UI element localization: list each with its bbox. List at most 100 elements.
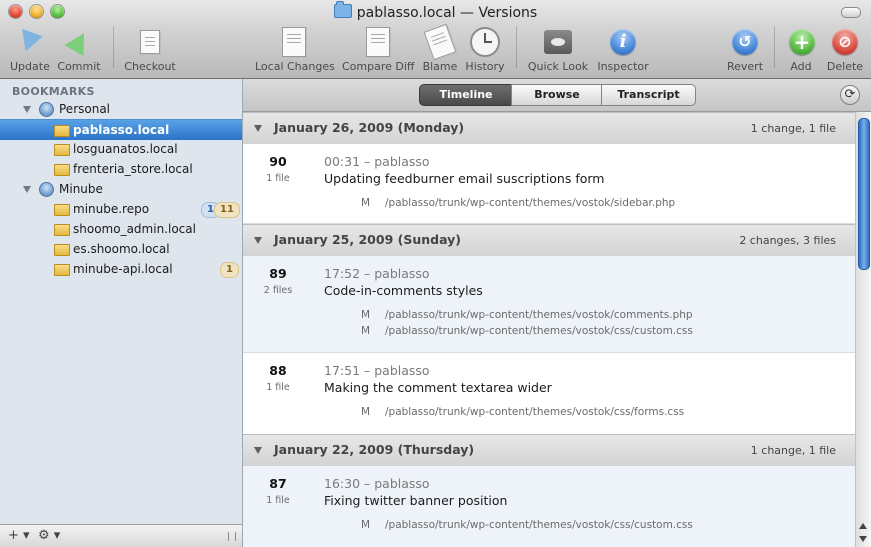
folder-icon [333,1,352,18]
disclosure-triangle-icon[interactable] [23,186,31,193]
bookmark-label: es.shoomo.local [73,242,170,256]
day-summary: 1 change, 1 file [750,444,836,457]
local-changes-label: Local Changes [255,60,335,73]
file-status: M [361,197,371,209]
bookmark-group-minube[interactable]: Minube [0,179,242,199]
checkout-icon [140,30,160,54]
timeline-list: January 26, 2009 (Monday) 1 change, 1 fi… [243,112,856,547]
blame-label: Blame [422,60,458,73]
update-arrow-icon [15,28,43,56]
update-button[interactable]: Update [10,26,50,73]
disclosure-triangle-icon[interactable] [254,447,262,454]
folder-icon [54,144,70,156]
revision-meta: 17:52 – pablasso [324,266,430,281]
file-count: 1 file [266,382,290,393]
file-path: /pablasso/trunk/wp-content/themes/vostok… [385,519,693,531]
commit-message: Code-in-comments styles [324,283,483,298]
bookmark-item[interactable]: shoomo_admin.local [0,219,242,239]
gear-menu-button[interactable]: ⚙ ▾ [38,525,60,547]
day-summary: 2 changes, 3 files [739,234,836,247]
disclosure-triangle-icon[interactable] [254,237,262,244]
file-status: M [361,309,371,321]
disclosure-triangle-icon[interactable] [23,106,31,113]
file-path: /pablasso/trunk/wp-content/themes/vostok… [385,309,693,321]
delete-button[interactable]: ⊘ Delete [826,26,864,73]
quick-look-button[interactable]: Quick Look [527,26,589,73]
window-title: pablasso.local — Versions [0,1,871,21]
compare-diff-label: Compare Diff [342,60,415,73]
revision-number: 89 [269,266,287,281]
commit-arrow-icon [64,27,94,57]
file-status: M [361,406,371,418]
blame-button[interactable]: Blame [422,23,458,73]
toolbar-separator [516,26,517,68]
local-changes-icon [282,27,306,57]
scrollbar-thumb[interactable] [858,118,870,270]
tab-transcript[interactable]: Transcript [601,84,696,106]
refresh-icon[interactable]: ⟳ [840,85,860,105]
commit-label: Commit [57,60,101,73]
tab-browse[interactable]: Browse [511,84,603,106]
revision-entry[interactable]: 87 1 file 16:30 – pablasso Fixing twitte… [243,466,856,547]
resize-handle-icon[interactable] [228,532,236,541]
revision-entry[interactable]: 88 1 file 17:51 – pablasso Making the co… [243,353,856,436]
day-date: January 26, 2009 (Monday) [274,120,465,135]
file-status: M [361,325,371,337]
bookmark-item[interactable]: minube-api.local 1 [0,259,242,279]
revision-number: 88 [269,363,287,378]
bookmark-group-personal[interactable]: Personal [0,99,242,119]
file-count: 1 file [266,173,290,184]
revision-meta: 16:30 – pablasso [324,476,430,491]
file-path: /pablasso/trunk/wp-content/themes/vostok… [385,406,685,418]
file-path: /pablasso/trunk/wp-content/themes/vostok… [385,325,693,337]
inspector-label: Inspector [597,60,649,73]
eye-icon [544,30,572,54]
add-button[interactable]: + Add [785,26,817,73]
compare-diff-icon [366,27,390,57]
revert-icon: ↺ [732,29,758,55]
scroll-up-arrow-icon[interactable] [859,523,867,529]
local-changes-button[interactable]: Local Changes [255,26,335,73]
revision-number: 90 [269,154,287,169]
quick-look-label: Quick Look [527,60,589,73]
day-date: January 22, 2009 (Thursday) [274,442,475,457]
checkout-button[interactable]: Checkout [124,26,176,73]
revert-button[interactable]: ↺ Revert [726,26,764,73]
bookmark-item[interactable]: pablasso.local [0,119,242,140]
checkout-label: Checkout [124,60,176,73]
disclosure-triangle-icon[interactable] [254,125,262,132]
file-count: 2 files [263,285,293,296]
scroll-down-arrow-icon[interactable] [859,536,867,542]
file-path: /pablasso/trunk/wp-content/themes/vostok… [385,197,676,209]
blame-icon [423,23,457,61]
history-button[interactable]: History [465,26,505,73]
bookmark-label: frenteria_store.local [73,162,193,176]
timeline-scrollbar[interactable] [855,112,871,547]
bookmark-label: pablasso.local [73,123,170,137]
versions-window: pablasso.local — Versions Update Commit … [0,0,871,547]
toolbar-toggle-button[interactable] [841,7,861,18]
info-icon: i [610,29,636,55]
delete-label: Delete [826,60,864,73]
commit-button[interactable]: Commit [57,26,101,73]
pending-count-badge: 11 [214,202,240,218]
revision-entry[interactable]: 90 1 file 00:31 – pablasso Updating feed… [243,144,856,224]
revision-entry[interactable]: 89 2 files 17:52 – pablasso Code-in-comm… [243,256,856,353]
revision-meta: 00:31 – pablasso [324,154,430,169]
day-header[interactable]: January 26, 2009 (Monday) 1 change, 1 fi… [243,112,856,145]
bookmark-item[interactable]: losguanatos.local [0,139,242,159]
bookmark-item[interactable]: minube.repo 1 11 [0,199,242,219]
day-header[interactable]: January 25, 2009 (Sunday) 2 changes, 3 f… [243,224,856,257]
inspector-button[interactable]: i Inspector [597,26,649,73]
add-bookmark-button[interactable]: + ▾ [8,525,30,547]
plus-icon: + [789,29,815,55]
history-label: History [465,60,505,73]
bookmark-item[interactable]: es.shoomo.local [0,239,242,259]
bookmark-item[interactable]: frenteria_store.local [0,159,242,179]
toolbar-separator [113,26,114,68]
bookmark-label: minube-api.local [73,262,173,276]
add-label: Add [790,60,812,73]
day-header[interactable]: January 22, 2009 (Thursday) 1 change, 1 … [243,434,856,467]
compare-diff-button[interactable]: Compare Diff [342,26,415,73]
tab-timeline[interactable]: Timeline [419,84,513,106]
